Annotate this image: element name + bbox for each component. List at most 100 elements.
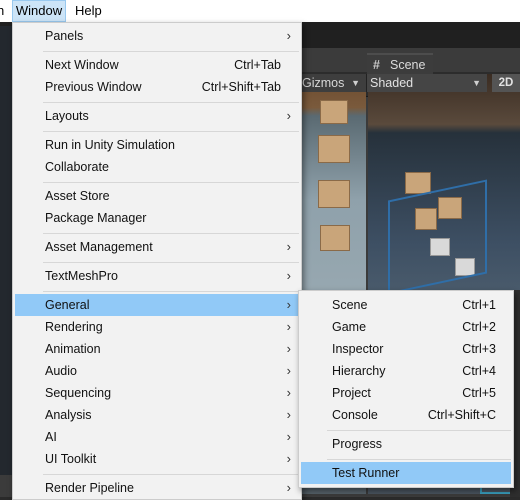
submenu-item-console[interactable]: Console Ctrl+Shift+C: [301, 404, 511, 426]
menu-item-label: Analysis: [45, 408, 92, 422]
scene-box: [320, 225, 350, 251]
menu-item-animation[interactable]: Animation ›: [15, 338, 299, 360]
menu-separator: [43, 474, 299, 475]
shading-mode-dropdown[interactable]: Shaded ▼: [367, 74, 487, 92]
scene-box: [318, 180, 350, 208]
menu-item-package-manager[interactable]: Package Manager: [15, 207, 299, 229]
menu-item-label: TextMeshPro: [45, 269, 118, 283]
menu-item-label: Collaborate: [45, 160, 109, 174]
chevron-right-icon: ›: [286, 108, 291, 123]
menu-separator: [327, 430, 511, 431]
menu-item-label: General: [45, 298, 90, 312]
submenu-item-project[interactable]: Project Ctrl+5: [301, 382, 511, 404]
submenu-item-progress[interactable]: Progress: [301, 433, 511, 455]
gizmos-dropdown[interactable]: Gizmos ▼: [300, 74, 367, 92]
gizmos-label: Gizmos: [302, 76, 345, 90]
menu-item-shortcut: Ctrl+2: [462, 320, 496, 334]
menu-item-label: Rendering: [45, 320, 103, 334]
menu-item-label: Inspector: [332, 342, 384, 356]
menu-separator: [43, 131, 299, 132]
chevron-right-icon: ›: [286, 363, 291, 378]
menu-window[interactable]: Window: [12, 0, 66, 22]
menu-item-general[interactable]: General ›: [15, 294, 299, 316]
chevron-right-icon: ›: [286, 429, 291, 444]
2d-toggle-button[interactable]: 2D: [492, 74, 520, 92]
menu-item-previous-window[interactable]: Previous Window Ctrl+Shift+Tab: [15, 76, 299, 98]
menu-item-shortcut: Ctrl+Tab: [234, 58, 281, 72]
menu-separator: [43, 51, 299, 52]
shading-mode-label: Shaded: [370, 76, 414, 90]
menu-help[interactable]: Help: [75, 0, 102, 22]
chevron-right-icon: ›: [286, 407, 291, 422]
scene-tab-label: Scene: [390, 58, 426, 72]
menu-item-label: Previous Window: [45, 80, 142, 94]
submenu-item-scene[interactable]: Scene Ctrl+1: [301, 294, 511, 316]
general-submenu: Scene Ctrl+1 Game Ctrl+2 Inspector Ctrl+…: [298, 290, 514, 488]
menu-item-label: AI: [45, 430, 57, 444]
menu-item-asset-management[interactable]: Asset Management ›: [15, 236, 299, 258]
menu-item-shortcut: Ctrl+Shift+Tab: [201, 80, 281, 94]
menu-item-ai[interactable]: AI ›: [15, 426, 299, 448]
menu-item-rendering[interactable]: Rendering ›: [15, 316, 299, 338]
scene-box: [405, 172, 431, 194]
menu-item-label: Project: [332, 386, 371, 400]
menu-item-label: Console: [332, 408, 378, 422]
menu-item-label: Sequencing: [45, 386, 112, 400]
menu-bar: n Window Help: [0, 0, 520, 22]
menu-item-analysis[interactable]: Analysis ›: [15, 404, 299, 426]
menu-item-shortcut: Ctrl+3: [462, 342, 496, 356]
menu-item-shortcut: Ctrl+4: [462, 364, 496, 378]
window-menu: Panels › Next Window Ctrl+Tab Previous W…: [12, 22, 302, 500]
tab-scene[interactable]: # Scene: [367, 53, 433, 76]
menu-partial-item[interactable]: n: [0, 0, 4, 22]
menu-separator: [327, 459, 511, 460]
menu-item-label: Package Manager: [45, 211, 147, 225]
menu-item-label: Animation: [45, 342, 101, 356]
menu-item-label: Render Pipeline: [45, 481, 134, 495]
chevron-right-icon: ›: [286, 341, 291, 356]
menu-item-next-window[interactable]: Next Window Ctrl+Tab: [15, 54, 299, 76]
chevron-right-icon: ›: [286, 268, 291, 283]
submenu-item-inspector[interactable]: Inspector Ctrl+3: [301, 338, 511, 360]
menu-item-shortcut: Ctrl+Shift+C: [427, 408, 496, 422]
menu-item-shortcut: Ctrl+1: [462, 298, 496, 312]
menu-separator: [43, 233, 299, 234]
hash-icon: #: [373, 58, 380, 72]
submenu-item-game[interactable]: Game Ctrl+2: [301, 316, 511, 338]
menu-separator: [43, 182, 299, 183]
submenu-item-hierarchy[interactable]: Hierarchy Ctrl+4: [301, 360, 511, 382]
chevron-right-icon: ›: [286, 297, 291, 312]
menu-item-collaborate[interactable]: Collaborate: [15, 156, 299, 178]
chevron-right-icon: ›: [286, 239, 291, 254]
menu-item-label: Layouts: [45, 109, 89, 123]
menu-item-textmeshpro[interactable]: TextMeshPro ›: [15, 265, 299, 287]
menu-item-panels[interactable]: Panels ›: [15, 25, 299, 47]
menu-item-label: Next Window: [45, 58, 119, 72]
caret-down-icon: ▼: [472, 78, 481, 88]
menu-item-label: Panels: [45, 29, 84, 43]
menu-item-label: Game: [332, 320, 367, 334]
menu-item-label: Audio: [45, 364, 77, 378]
menu-item-label: Asset Management: [45, 240, 153, 254]
menu-item-asset-store[interactable]: Asset Store: [15, 185, 299, 207]
menu-item-label: Run in Unity Simulation: [45, 138, 175, 152]
menu-separator: [43, 262, 299, 263]
left-panel-edge: [0, 26, 12, 475]
caret-down-icon: ▼: [351, 78, 360, 88]
menu-item-label: Asset Store: [45, 189, 110, 203]
menu-separator: [43, 102, 299, 103]
menu-item-render-pipeline[interactable]: Render Pipeline ›: [15, 477, 299, 499]
chevron-right-icon: ›: [286, 480, 291, 495]
menu-item-ui-toolkit[interactable]: UI Toolkit ›: [15, 448, 299, 470]
menu-item-label: Progress: [332, 437, 383, 451]
menu-item-layouts[interactable]: Layouts ›: [15, 105, 299, 127]
menu-item-label: Scene: [332, 298, 368, 312]
menu-item-sequencing[interactable]: Sequencing ›: [15, 382, 299, 404]
menu-item-label: Test Runner: [332, 466, 400, 480]
menu-item-label: Hierarchy: [332, 364, 386, 378]
submenu-item-test-runner[interactable]: Test Runner: [301, 462, 511, 484]
menu-item-audio[interactable]: Audio ›: [15, 360, 299, 382]
menu-item-run-in-unity-simulation[interactable]: Run in Unity Simulation: [15, 134, 299, 156]
chevron-right-icon: ›: [286, 385, 291, 400]
menu-item-label: UI Toolkit: [45, 452, 97, 466]
